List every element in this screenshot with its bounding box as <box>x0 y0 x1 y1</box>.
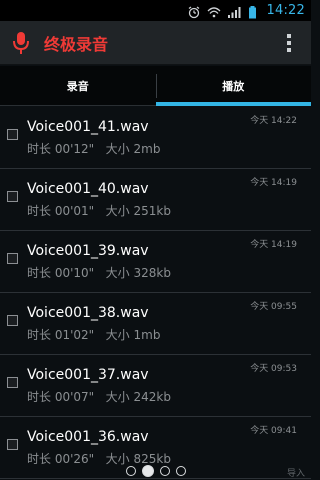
screen: 14:22 终极录音 录音 播放 Voice001_41.wav 时长 00'1… <box>0 0 311 480</box>
file-meta: 时长 00'01" 大小 251kb <box>27 202 171 219</box>
size-label: 大小 <box>105 452 130 466</box>
list-item[interactable]: Voice001_41.wav 时长 00'12" 大小 2mb 今天 14:2… <box>0 107 311 169</box>
corner-hint: 导入 <box>286 469 305 479</box>
size-value: 1mb <box>133 328 161 342</box>
size-label: 大小 <box>105 266 130 280</box>
page-dot[interactable] <box>125 466 136 476</box>
tab-play[interactable]: 播放 <box>155 66 312 106</box>
file-meta: 时长 00'12" 大小 2mb <box>27 140 160 157</box>
record-time: 今天 09:55 <box>250 302 297 312</box>
overflow-dot <box>287 33 291 38</box>
item-checkbox[interactable] <box>7 253 18 264</box>
status-time: 14:22 <box>266 3 305 18</box>
list-item[interactable]: Voice001_38.wav 时长 01'02" 大小 1mb 今天 09:5… <box>0 293 311 355</box>
duration-label: 时长 <box>27 142 52 156</box>
file-meta: 时长 00'07" 大小 242kb <box>27 388 171 405</box>
overflow-dot <box>287 47 291 52</box>
size-value: 242kb <box>133 390 171 404</box>
overflow-dot <box>287 40 291 45</box>
battery-icon <box>247 4 261 18</box>
alarm-icon <box>187 4 201 18</box>
list-item[interactable]: Voice001_40.wav 时长 00'01" 大小 251kb 今天 14… <box>0 169 311 231</box>
file-name: Voice001_37.wav <box>27 367 149 383</box>
size-value: 825kb <box>133 452 171 466</box>
file-meta: 时长 00'10" 大小 328kb <box>27 264 171 281</box>
duration-label: 时长 <box>27 204 52 218</box>
tab-bar: 录音 播放 <box>0 66 311 106</box>
page-dot[interactable] <box>159 466 170 476</box>
duration-value: 00'10" <box>54 266 95 280</box>
duration-value: 00'07" <box>54 390 95 404</box>
duration-label: 时长 <box>27 390 52 404</box>
size-label: 大小 <box>105 204 130 218</box>
size-label: 大小 <box>105 142 130 156</box>
status-bar: 14:22 <box>0 0 311 21</box>
item-checkbox[interactable] <box>7 129 18 140</box>
wifi-icon <box>207 4 221 18</box>
tab-record[interactable]: 录音 <box>0 66 156 105</box>
size-label: 大小 <box>105 328 130 342</box>
recordings-list: Voice001_41.wav 时长 00'12" 大小 2mb 今天 14:2… <box>0 107 311 479</box>
app-title: 终极录音 <box>44 34 109 54</box>
duration-label: 时长 <box>27 266 52 280</box>
file-name: Voice001_39.wav <box>27 243 149 259</box>
file-name: Voice001_38.wav <box>27 305 149 321</box>
record-time: 今天 14:19 <box>250 178 297 188</box>
file-meta: 时长 01'02" 大小 1mb <box>27 326 160 343</box>
signal-icon <box>227 4 241 18</box>
duration-value: 01'02" <box>54 328 95 342</box>
app-bar: 终极录音 <box>0 21 311 65</box>
record-time: 今天 09:53 <box>250 364 297 374</box>
item-checkbox[interactable] <box>7 439 18 450</box>
list-item[interactable]: Voice001_37.wav 时长 00'07" 大小 242kb 今天 09… <box>0 355 311 417</box>
duration-value: 00'26" <box>54 452 95 466</box>
duration-value: 00'01" <box>54 204 95 218</box>
file-name: Voice001_41.wav <box>27 119 149 135</box>
size-label: 大小 <box>105 390 130 404</box>
size-value: 2mb <box>133 142 161 156</box>
duration-label: 时长 <box>27 452 52 466</box>
record-time: 今天 09:41 <box>250 426 297 436</box>
file-name: Voice001_40.wav <box>27 181 149 197</box>
duration-label: 时长 <box>27 328 52 342</box>
item-checkbox[interactable] <box>7 377 18 388</box>
duration-value: 00'12" <box>54 142 95 156</box>
overflow-menu-button[interactable] <box>277 28 301 58</box>
page-indicator <box>0 465 311 477</box>
record-time: 今天 14:22 <box>250 116 297 126</box>
size-value: 251kb <box>133 204 171 218</box>
list-item[interactable]: Voice001_39.wav 时长 00'10" 大小 328kb 今天 14… <box>0 231 311 293</box>
record-time: 今天 14:19 <box>250 240 297 250</box>
item-checkbox[interactable] <box>7 191 18 202</box>
page-dot-active[interactable] <box>141 465 154 477</box>
file-name: Voice001_36.wav <box>27 429 149 445</box>
item-checkbox[interactable] <box>7 315 18 326</box>
size-value: 328kb <box>133 266 171 280</box>
page-dot[interactable] <box>175 466 186 476</box>
microphone-icon <box>10 29 32 57</box>
